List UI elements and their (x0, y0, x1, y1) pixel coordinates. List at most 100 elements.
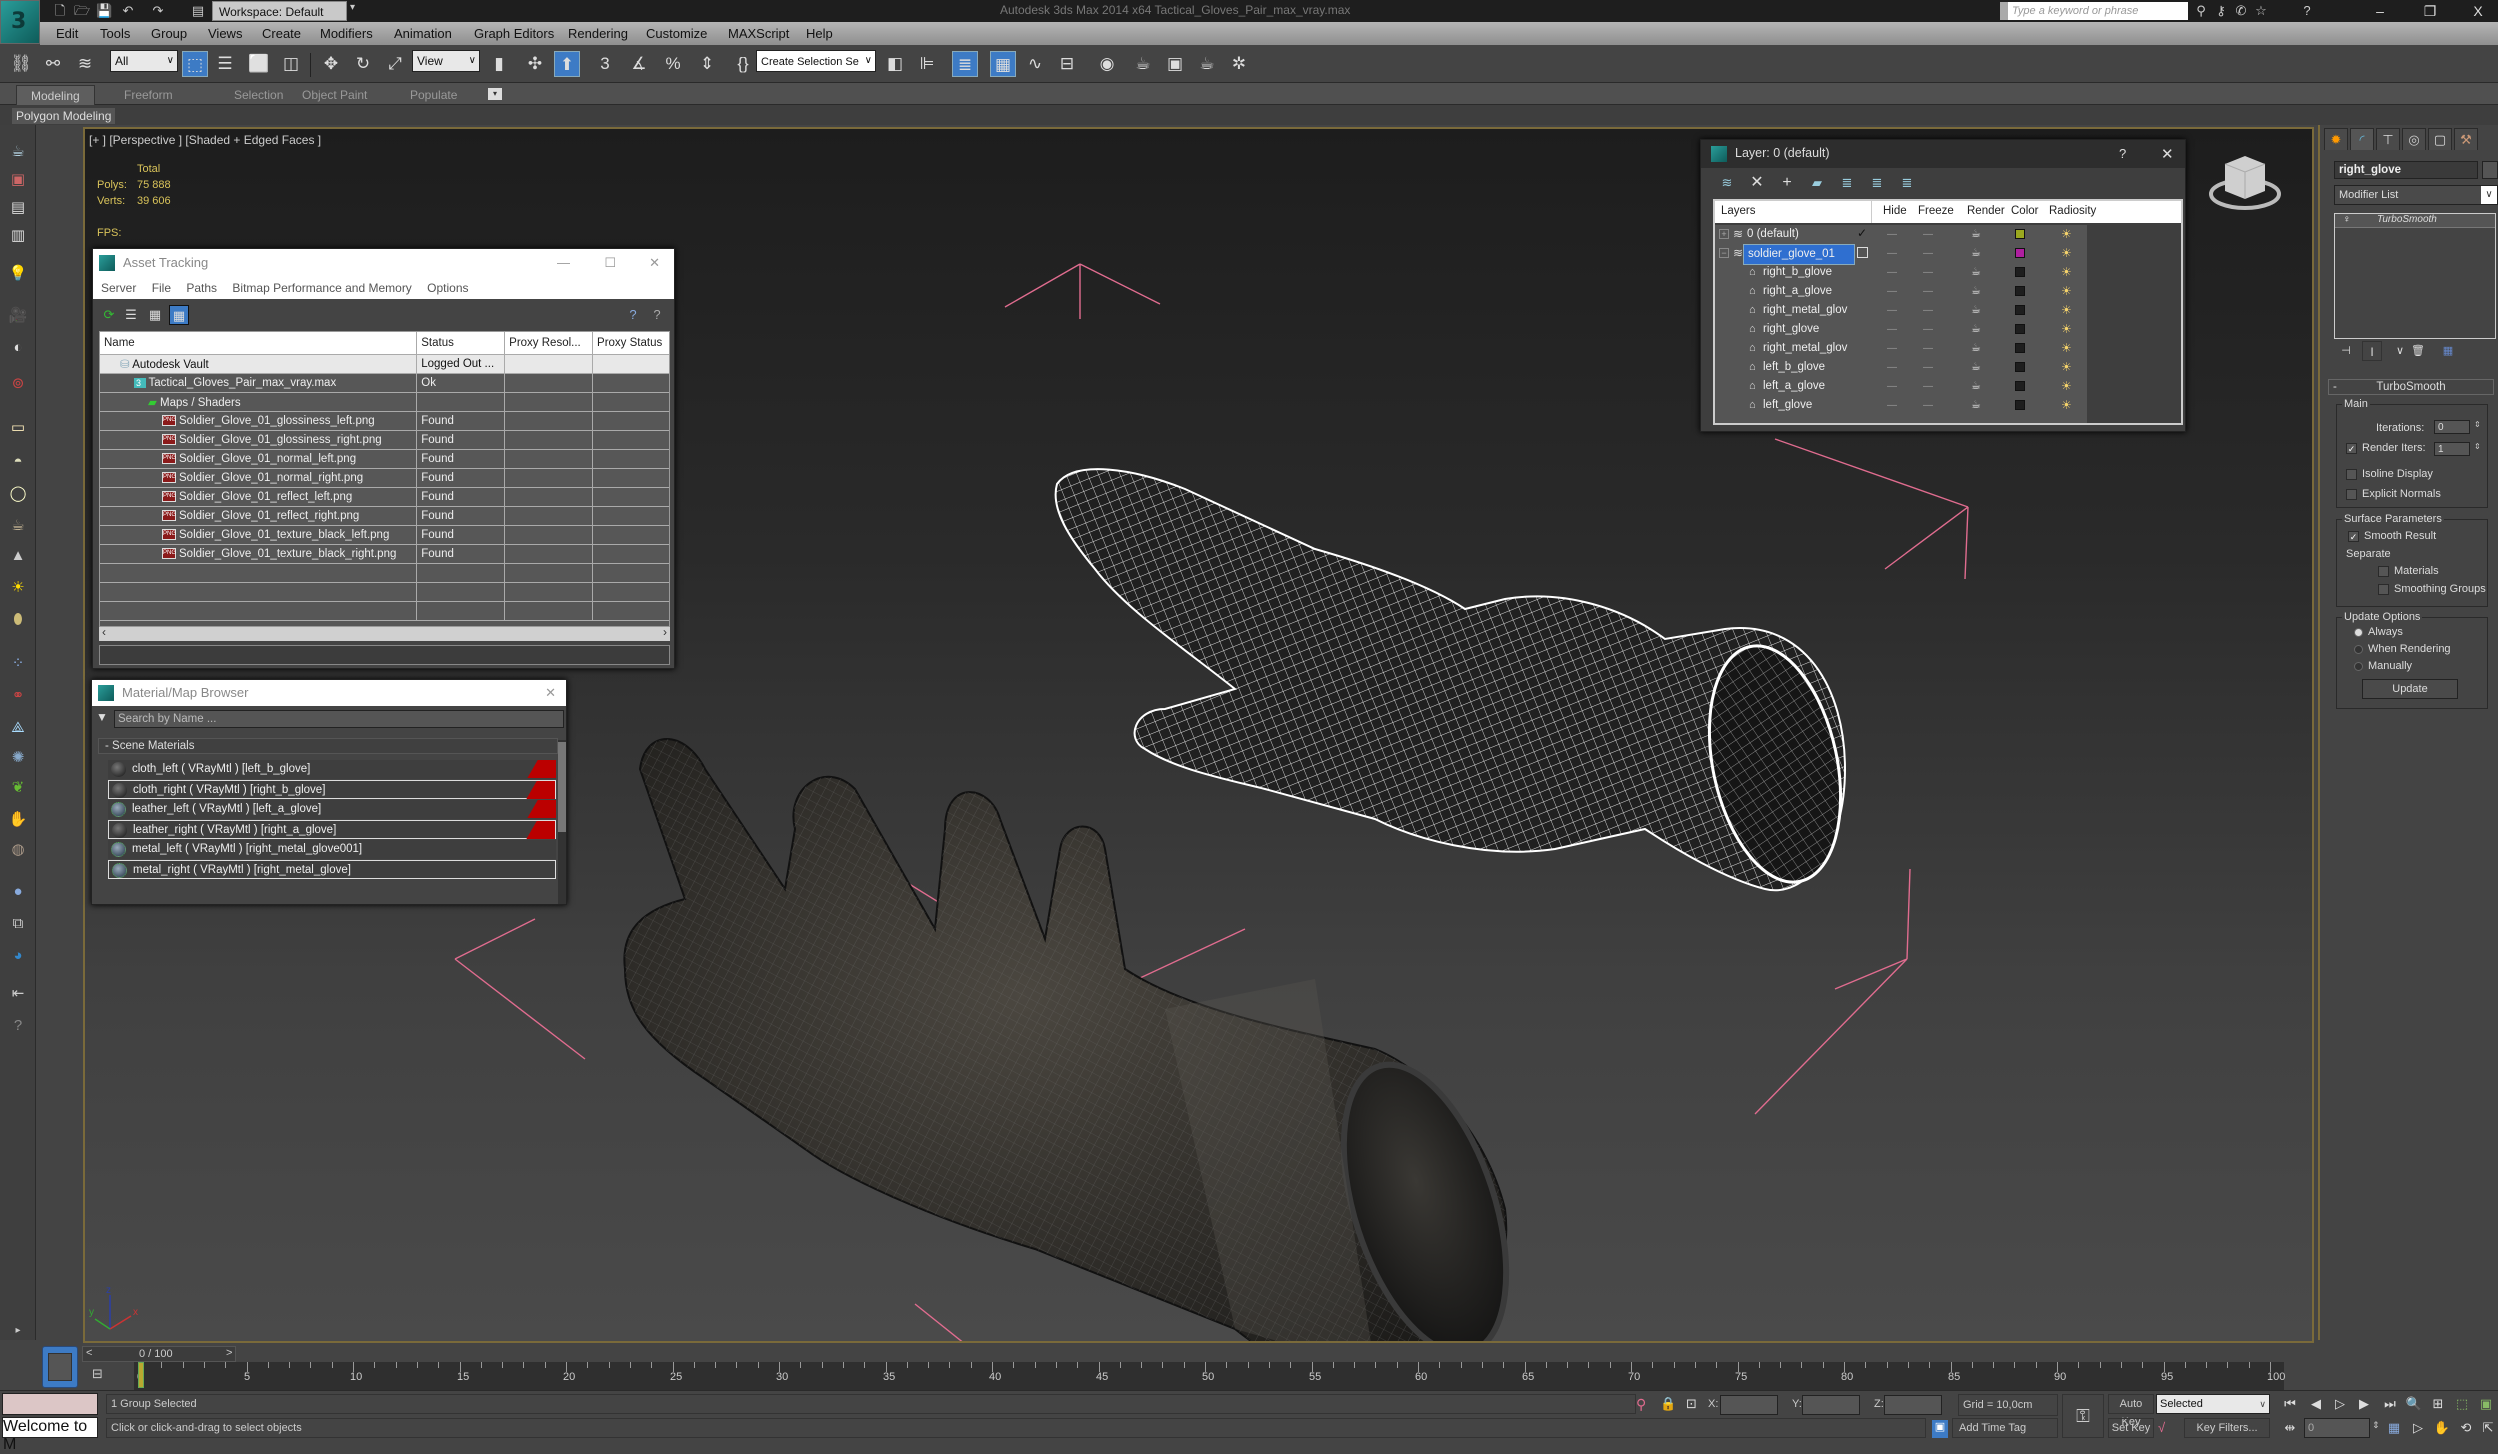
redo-icon[interactable]: ↷ (150, 3, 166, 19)
table-view-icon[interactable]: ▦ (169, 305, 189, 325)
layer-row[interactable]: − ≋ soldier_glove_01 — — ☕ ☀ (1715, 244, 2087, 265)
configure-modifier-sets-icon[interactable]: ▦ (2438, 341, 2458, 361)
x-coordinate-field[interactable] (1720, 1395, 1778, 1415)
freeze-toggle[interactable]: — (1923, 263, 1933, 282)
sphere-icon[interactable]: ● (7, 881, 29, 903)
bind-to-space-warp-icon[interactable]: ≋ (72, 51, 98, 77)
add-to-layer-icon[interactable]: + (1777, 173, 1797, 193)
boolean-icon[interactable]: ◕ (7, 945, 29, 967)
key-curve-icon[interactable]: √ (2158, 1420, 2165, 1435)
layer-row[interactable]: ⌂ right_a_glove — — ☕ ☀ (1715, 282, 2087, 301)
freeze-toggle[interactable]: — (1923, 282, 1933, 301)
ornatrix-icon[interactable]: ◍ (7, 839, 29, 861)
select-object-icon[interactable]: ⬚ (182, 51, 208, 77)
next-frame-icon[interactable]: ▶ (2354, 1394, 2374, 1414)
layer-row[interactable]: + ≋ 0 (default) ✓ — — ☕ ☀ (1715, 225, 2087, 244)
hide-toggle[interactable]: — (1887, 377, 1897, 396)
layer-color-swatch[interactable] (2015, 381, 2025, 391)
current-layer-toggle[interactable] (1857, 247, 1868, 258)
turbosmooth-rollout-header[interactable]: - TurboSmooth (2328, 379, 2494, 395)
radiosity-icon[interactable]: ☀ (2061, 377, 2072, 396)
pan-view-icon[interactable]: ✋ (2432, 1418, 2452, 1438)
select-by-name-icon[interactable]: ☰ (212, 51, 238, 77)
go-to-end-icon[interactable]: ⏭ (2380, 1394, 2400, 1414)
render-teapot-icon[interactable]: ☕ (1971, 396, 1981, 415)
curve-editor-icon[interactable]: ∿ (1022, 51, 1048, 77)
scroll-right-icon[interactable]: › (663, 625, 667, 639)
scatter-icon[interactable]: ⧉ (7, 913, 29, 935)
menu-bitmap-performance[interactable]: Bitmap Performance and Memory (232, 281, 411, 295)
help-search-input[interactable]: Type a keyword or phrase (2008, 2, 2188, 20)
layer-name[interactable]: 0 (default) (1747, 225, 1799, 244)
frame-spinner-icon[interactable]: ⇕ (2372, 1420, 2380, 1431)
collapse-icon[interactable]: − (1719, 248, 1729, 258)
help-icon[interactable]: ? (623, 305, 643, 325)
isoline-display-checkbox[interactable] (2346, 469, 2357, 480)
layer-name[interactable]: right_a_glove (1763, 282, 1832, 301)
import-icon[interactable]: ⇤ (7, 983, 29, 1005)
hide-toggle[interactable]: — (1887, 282, 1897, 301)
update-button[interactable]: Update (2362, 679, 2458, 699)
layer-name[interactable]: right_metal_glov (1763, 339, 1847, 358)
list-icon[interactable]: ▤ (7, 197, 29, 219)
binoculars-icon[interactable]: ⚲ (2192, 2, 2210, 20)
auto-key-button[interactable]: Auto Key (2108, 1394, 2154, 1428)
layer-row[interactable]: ⌂ left_glove — — ☕ ☀ (1715, 396, 2087, 415)
hide-toggle[interactable]: — (1887, 301, 1897, 320)
current-layer-toggle[interactable]: ✓ (1857, 227, 1868, 239)
reference-coordinate-dropdown[interactable]: View ∨ (412, 50, 480, 72)
layer-color-swatch[interactable] (2015, 305, 2025, 315)
layer-color-swatch[interactable] (2015, 343, 2025, 353)
select-and-scale-icon[interactable]: ⤢ (382, 51, 408, 77)
radiosity-icon[interactable]: ☀ (2061, 320, 2072, 339)
render-production-icon[interactable]: ☕ (1194, 51, 1220, 77)
menu-create[interactable]: Create (262, 26, 301, 41)
layer-name[interactable]: right_b_glove (1763, 263, 1832, 282)
restore-button[interactable]: ❐ (2410, 0, 2450, 22)
material-item[interactable]: leather_left ( VRayMtl ) [left_a_glove] (108, 800, 556, 819)
separate-materials-checkbox[interactable] (2378, 566, 2389, 577)
align-icon[interactable]: ⊫ (914, 51, 940, 77)
camera-target-icon[interactable]: ◐ (7, 337, 29, 359)
menu-views[interactable]: Views (208, 26, 242, 41)
viewcube[interactable] (2209, 156, 2281, 210)
zoom-all-icon[interactable]: ⊞ (2428, 1394, 2448, 1414)
angle-snap-icon[interactable]: ∡ (626, 51, 652, 77)
select-and-manipulate-icon[interactable]: ✣ (522, 51, 548, 77)
dome-light-icon[interactable]: ◓ (7, 451, 29, 473)
freeze-toggle[interactable]: — (1923, 301, 1933, 320)
tab-populate[interactable]: Populate (396, 85, 471, 105)
layer-name[interactable]: soldier_glove_01 (1743, 244, 1855, 265)
radiosity-icon[interactable]: ☀ (2061, 358, 2072, 377)
layer-color-swatch[interactable] (2015, 362, 2025, 372)
update-always-radio[interactable] (2354, 628, 2363, 637)
highlight-selected-icon[interactable]: ≣ (1837, 173, 1857, 193)
named-selection-dropdown[interactable]: Create Selection Se ∨ (756, 50, 876, 72)
context-help-icon[interactable]: ? (647, 305, 667, 325)
minimize-button[interactable]: – (2360, 0, 2400, 22)
absolute-mode-icon[interactable]: ⊡ (1686, 1396, 1697, 1412)
selection-filter-dropdown[interactable]: All ∨ (110, 50, 178, 72)
open-file-icon[interactable]: 🗁 (74, 3, 90, 19)
asset-row[interactable]: ▰ Maps / Shaders (100, 392, 669, 412)
help-button[interactable]: ? (2119, 146, 2126, 161)
customize-quick-access-icon[interactable]: ▾ (350, 2, 362, 20)
maximize-viewport-icon[interactable]: ⇱ (2478, 1418, 2498, 1438)
material-item[interactable]: metal_left ( VRayMtl ) [right_metal_glov… (108, 840, 556, 859)
tab-modeling[interactable]: Modeling (16, 85, 95, 105)
select-and-link-icon[interactable]: ⛓ (8, 51, 34, 77)
column-color[interactable]: Color (2011, 205, 2038, 217)
refresh-icon[interactable]: ⟳ (99, 305, 119, 325)
close-button[interactable]: ✕ (2161, 145, 2174, 163)
percent-snap-icon[interactable]: % (660, 51, 686, 77)
edit-named-selection-icon[interactable]: {} (730, 51, 756, 77)
set-key-button[interactable]: Set Key (2108, 1418, 2154, 1438)
spinner-arrows-icon[interactable]: ⇕ (2474, 442, 2481, 451)
tab-freeform[interactable]: Freeform (110, 85, 187, 105)
hair-fur-icon[interactable]: ✋ (7, 809, 29, 831)
hide-toggle[interactable]: — (1887, 320, 1897, 339)
current-frame-field[interactable]: 0 (2304, 1418, 2370, 1438)
mesh-light-icon[interactable]: ☕ (7, 515, 29, 537)
help-circle-icon[interactable]: ? (7, 1015, 29, 1037)
menu-edit[interactable]: Edit (56, 26, 78, 41)
